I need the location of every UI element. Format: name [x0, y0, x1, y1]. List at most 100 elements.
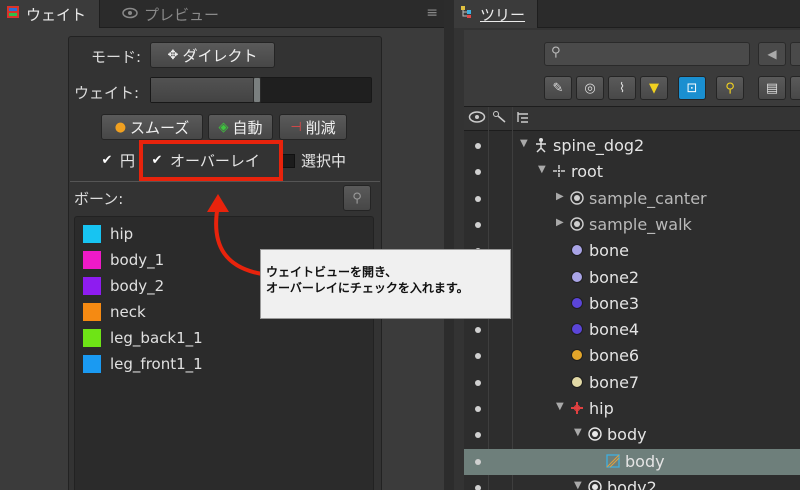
tree-item-label: hip [589, 399, 614, 418]
bone-list-item[interactable]: body_2 [83, 277, 164, 295]
collapse-button[interactable]: ▤ [758, 76, 786, 100]
tab-weights[interactable]: ウェイト [0, 0, 100, 28]
tree-row[interactable]: bone [464, 238, 800, 264]
more-button[interactable] [790, 76, 800, 100]
tree-row[interactable]: bone3 [464, 291, 800, 317]
visibility-dot[interactable] [475, 379, 481, 386]
weight-slider[interactable] [150, 77, 372, 103]
bone-list-item[interactable]: hip [83, 225, 133, 243]
search-icon: ⚲ [551, 45, 561, 60]
visibility-dot[interactable] [475, 221, 481, 228]
callout-box: ウェイトビューを開き、 オーバーレイにチェックを入れます。 [260, 249, 511, 319]
visibility-dot[interactable] [475, 327, 481, 334]
tree-row[interactable]: ▼ spine_dog2 [464, 133, 800, 159]
prune-icon: ⊣ [290, 119, 302, 135]
animation-icon [570, 190, 584, 205]
filter-bones-button[interactable]: ✎ [544, 76, 572, 100]
chevron-down-icon[interactable]: ▼ [574, 427, 582, 438]
selected-label: 選択中 [301, 152, 347, 170]
overlay-highlight-box [139, 140, 283, 181]
visibility-dot[interactable] [475, 169, 481, 176]
weight-slider-handle[interactable] [253, 77, 261, 103]
bone-pick-icon: ⚲ [352, 190, 362, 206]
tree-item-label: body [625, 451, 665, 471]
visibility-dot[interactable] [475, 406, 481, 412]
tab-preview-label: プレビュー [144, 5, 220, 24]
filter-attachments-button[interactable]: ⌇ [608, 76, 636, 100]
circle-checkbox[interactable]: ✔ 円 [100, 150, 135, 171]
chevron-down-icon[interactable]: ▼ [538, 164, 546, 175]
nav-back-button[interactable]: ◀ [758, 42, 786, 66]
bone-list-item[interactable]: body_1 [83, 251, 164, 269]
filter-button[interactable]: ▼ [640, 76, 668, 100]
visibility-dot[interactable] [475, 484, 481, 490]
bone-icon [570, 348, 584, 362]
hierarchy-column-icon [516, 110, 532, 128]
tree-row[interactable]: ▼ hip [464, 396, 800, 422]
bone-list-item[interactable]: leg_front1_1 [83, 355, 203, 373]
tree-row[interactable]: ▼ body [464, 422, 800, 448]
tree-row[interactable]: bone7 [464, 370, 800, 396]
visibility-dot[interactable] [475, 353, 481, 360]
weights-view: ウェイト プレビュー ≡ モード: ✥ ダイレクト ウェイト: ● スムーズ ◈… [0, 0, 444, 490]
tree-item-label: bone4 [589, 320, 640, 340]
smooth-label: スムーズ [130, 118, 190, 137]
chevron-right-icon[interactable]: ▶ [556, 191, 564, 202]
tab-tree-label: ツリー [480, 5, 526, 24]
animation-icon [570, 217, 584, 231]
chevron-down-icon[interactable]: ▼ [556, 401, 564, 412]
smooth-button[interactable]: ● スムーズ [101, 114, 203, 140]
prune-button[interactable]: ⊣ 削減 [279, 114, 347, 140]
bone-color-swatch [83, 277, 101, 295]
tree-item-label: body2 [607, 477, 657, 490]
weight-slider-fill [151, 78, 257, 102]
circle-label: 円 [120, 152, 136, 170]
tree-search-input[interactable]: ⚲ [544, 42, 750, 66]
chevron-right-icon[interactable]: ▶ [556, 217, 564, 228]
tab-tree[interactable]: ツリー [454, 0, 538, 28]
visibility-dot[interactable] [475, 432, 481, 439]
mode-select[interactable]: ✥ ダイレクト [150, 42, 275, 68]
tree-row[interactable]: body [464, 448, 800, 475]
visibility-dot[interactable] [475, 143, 481, 149]
callout-line-1: ウェイトビューを開き、 [266, 265, 398, 279]
tree-header [464, 107, 800, 131]
tree-row[interactable]: ▼ root [464, 159, 800, 185]
tree-row[interactable]: bone6 [464, 343, 800, 369]
direct-mode-icon: ✥ [167, 47, 179, 63]
tree-row[interactable]: bone2 [464, 265, 800, 291]
panel-menu-icon[interactable]: ≡ [426, 5, 438, 21]
bone-icon [570, 375, 584, 389]
bones-label: ボーン: [74, 190, 124, 208]
tree-row[interactable]: ▼ body2 [464, 475, 800, 490]
auto-button[interactable]: ◈ 自動 [208, 114, 273, 140]
bone-list-item[interactable]: neck [83, 303, 146, 321]
bone-root-icon [552, 164, 566, 178]
tab-preview[interactable]: プレビュー [116, 0, 256, 28]
nav-forward-button[interactable] [790, 42, 800, 66]
bone-icon [570, 322, 584, 336]
bone-name: body_1 [110, 251, 165, 269]
search-tree-button[interactable]: ⚲ [716, 76, 744, 100]
tree-item-label: sample_walk [589, 214, 692, 234]
funnel-icon: ▼ [649, 80, 659, 96]
stack-icon: ▤ [765, 80, 779, 96]
chevron-down-icon[interactable]: ▼ [574, 480, 582, 490]
prune-label: 削減 [305, 118, 336, 137]
visibility-dot[interactable] [475, 458, 481, 465]
visibility-column-icon [468, 110, 486, 128]
filter-slots-button[interactable]: ◎ [576, 76, 604, 100]
focus-selected-button[interactable]: ⊡ [678, 76, 706, 100]
tree-item-label: bone3 [589, 293, 640, 313]
chevron-down-icon[interactable]: ▼ [520, 138, 528, 149]
tree-row[interactable]: ▶ sample_walk [464, 212, 800, 238]
visibility-dot[interactable] [475, 195, 481, 202]
selected-checkbox[interactable]: 選択中 [281, 150, 346, 171]
mode-value: ダイレクト [182, 46, 258, 65]
mesh-icon [606, 453, 620, 468]
bone-list-item[interactable]: leg_back1_1 [83, 329, 203, 347]
bone-pick-button[interactable]: ⚲ [343, 185, 371, 211]
weight-label: ウェイト: [74, 84, 140, 102]
tree-row[interactable]: ▶ sample_canter [464, 186, 800, 212]
tree-row[interactable]: bone4 [464, 317, 800, 343]
